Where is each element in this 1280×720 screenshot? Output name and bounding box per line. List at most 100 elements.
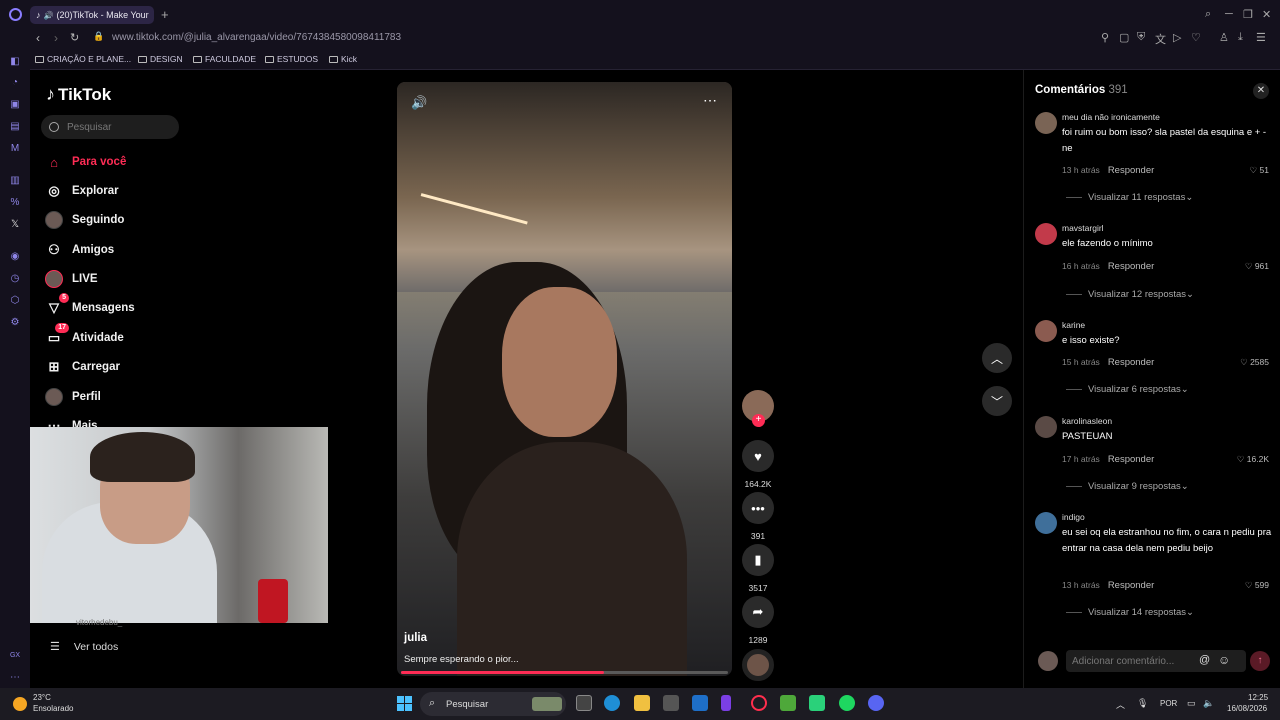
close-comments-button[interactable]: ✕: [1253, 83, 1269, 99]
commenter-name[interactable]: karolinasleon: [1062, 416, 1112, 426]
reply-button[interactable]: Responder: [1108, 454, 1154, 465]
nav-amigos[interactable]: ⚇ Amigos: [44, 240, 114, 260]
microphone-icon[interactable]: 🎙: [1137, 698, 1148, 709]
shield-icon[interactable]: ⛨: [1137, 31, 1145, 44]
forward-button[interactable]: ›: [54, 31, 58, 45]
clock-date[interactable]: 16/08/2026: [1227, 704, 1267, 713]
comment-action[interactable]: ••• 391: [742, 492, 774, 541]
twitch-icon[interactable]: ▥: [9, 175, 21, 187]
nav-para-voce[interactable]: ⌂ Para você: [44, 152, 126, 172]
settings-icon[interactable]: ⚙: [9, 317, 21, 329]
minecraft-icon[interactable]: [780, 695, 796, 711]
play-icon[interactable]: ▷: [1173, 31, 1181, 44]
figma-icon[interactable]: [721, 695, 731, 711]
store-icon[interactable]: [663, 695, 679, 711]
url-text[interactable]: www.tiktok.com/@julia_alvarengaa/video/7…: [112, 32, 401, 43]
comment-like-button[interactable]: ♡ 51: [1250, 165, 1269, 176]
opera-gx-icon[interactable]: [751, 695, 767, 711]
snapshot-icon[interactable]: ▢: [1119, 31, 1129, 44]
next-video-button[interactable]: ﹀: [982, 386, 1012, 416]
wallpaper-icon[interactable]: ▤: [9, 121, 21, 133]
weather-desc[interactable]: Ensolarado: [33, 704, 73, 713]
save-action[interactable]: ▮ 3517: [742, 544, 774, 593]
tray-overflow-icon[interactable]: ︿: [1116, 698, 1125, 711]
reply-button[interactable]: Responder: [1108, 165, 1154, 176]
commenter-avatar[interactable]: [1035, 416, 1057, 438]
download-icon[interactable]: ⤓: [1238, 31, 1243, 44]
view-replies-button[interactable]: Visualizar 14 respostas ⌄: [1066, 607, 1194, 618]
comment-like-button[interactable]: ♡ 16.2K: [1237, 454, 1269, 465]
close-window-button[interactable]: ✕: [1262, 8, 1271, 21]
browser-tab[interactable]: ♪ 🔊 (20)TikTok - Make Your: [30, 6, 154, 24]
reload-button[interactable]: ↻: [70, 31, 79, 44]
more-dots-icon[interactable]: ⋯: [9, 672, 21, 684]
whatsapp-icon[interactable]: [809, 695, 825, 711]
percent-icon[interactable]: %: [9, 197, 21, 209]
minimize-button[interactable]: ─: [1225, 8, 1233, 20]
emoji-icon[interactable]: ☺: [1218, 653, 1230, 667]
volume-icon[interactable]: 🔊: [411, 95, 427, 111]
heart-icon[interactable]: ♡: [1191, 31, 1201, 44]
back-button[interactable]: ‹: [36, 31, 40, 45]
comment-icon[interactable]: •••: [742, 492, 774, 524]
music-disc-avatar[interactable]: [742, 649, 774, 681]
following-account-name[interactable]: vitorhedebu_: [76, 618, 122, 627]
nav-live[interactable]: LIVE: [44, 269, 98, 289]
cube-icon[interactable]: ⬡: [9, 295, 21, 307]
bookmark-folder[interactable]: FACULDADE: [193, 54, 256, 64]
commenter-avatar[interactable]: [1035, 320, 1057, 342]
view-replies-button[interactable]: Visualizar 9 respostas ⌄: [1066, 481, 1189, 492]
comment-like-button[interactable]: ♡ 961: [1245, 261, 1269, 272]
tiktok-logo[interactable]: ♪ TikTok: [46, 84, 111, 105]
like-action[interactable]: ♥ 164.2K: [742, 440, 774, 489]
video-player[interactable]: 🔊 ⋯ julia Sempre esperando o pior...: [397, 82, 732, 676]
bookmark-folder[interactable]: ESTUDOS: [265, 54, 318, 64]
bag-icon[interactable]: ▣: [9, 99, 21, 111]
task-view-icon[interactable]: [576, 695, 592, 711]
maximize-button[interactable]: ❐: [1243, 8, 1253, 21]
bookmark-folder[interactable]: CRIAÇÃO E PLANE...: [35, 54, 131, 64]
commenter-name[interactable]: mavstargirl: [1062, 223, 1104, 233]
edge-icon[interactable]: [604, 695, 620, 711]
start-button[interactable]: [397, 696, 412, 711]
more-options-icon[interactable]: ⋯: [703, 92, 718, 109]
taskbar-search[interactable]: ⌕ Pesquisar: [420, 692, 566, 716]
bookmark-folder[interactable]: Kick: [329, 54, 357, 64]
share-action[interactable]: ➦ 1289: [742, 596, 774, 645]
record-icon[interactable]: ◉: [9, 251, 21, 263]
commenter-name[interactable]: indigo: [1062, 512, 1085, 522]
bookmark-icon[interactable]: ▮: [742, 544, 774, 576]
commenter-name[interactable]: karine: [1062, 320, 1085, 330]
discord-icon[interactable]: [868, 695, 884, 711]
comment-like-button[interactable]: ♡ 599: [1245, 580, 1269, 591]
commenter-avatar[interactable]: [1035, 223, 1057, 245]
speaker-icon[interactable]: 🔈: [1203, 698, 1214, 709]
reply-button[interactable]: Responder: [1108, 357, 1154, 368]
commenter-avatar[interactable]: [1035, 112, 1057, 134]
reply-button[interactable]: Responder: [1108, 261, 1154, 272]
translate-icon[interactable]: 文: [1155, 31, 1166, 47]
menu-icon[interactable]: ☰: [1256, 31, 1266, 44]
view-replies-button[interactable]: Visualizar 12 respostas ⌄: [1066, 289, 1194, 300]
display-icon[interactable]: ▭: [1187, 698, 1196, 709]
spotify-icon[interactable]: [839, 695, 855, 711]
profile-icon[interactable]: ♙: [1219, 31, 1229, 44]
nav-perfil[interactable]: Perfil: [44, 387, 101, 407]
previous-video-button[interactable]: ︿: [982, 343, 1012, 373]
share-icon[interactable]: ➦: [742, 596, 774, 628]
view-replies-button[interactable]: Visualizar 11 respostas ⌄: [1066, 192, 1193, 203]
follow-button[interactable]: +: [752, 414, 765, 427]
language-indicator[interactable]: POR: [1160, 699, 1177, 708]
nav-carregar[interactable]: ⊞ Carregar: [44, 357, 120, 377]
messenger-icon[interactable]: M: [9, 143, 21, 155]
nav-atividade[interactable]: ▭ 17 Atividade: [44, 323, 124, 348]
gamepad-icon[interactable]: ◧: [9, 56, 21, 68]
video-username[interactable]: julia: [404, 632, 427, 644]
file-explorer-icon[interactable]: [634, 695, 650, 711]
nav-seguindo[interactable]: Seguindo: [44, 210, 124, 230]
nav-mensagens[interactable]: ▽ 5 Mensagens: [44, 293, 135, 318]
comment-like-button[interactable]: ♡ 2585: [1240, 357, 1269, 368]
video-progress-bar[interactable]: [401, 671, 728, 674]
bookmark-folder[interactable]: DESIGN: [138, 54, 183, 64]
commenter-name[interactable]: meu dia não ironicamente: [1062, 112, 1160, 122]
